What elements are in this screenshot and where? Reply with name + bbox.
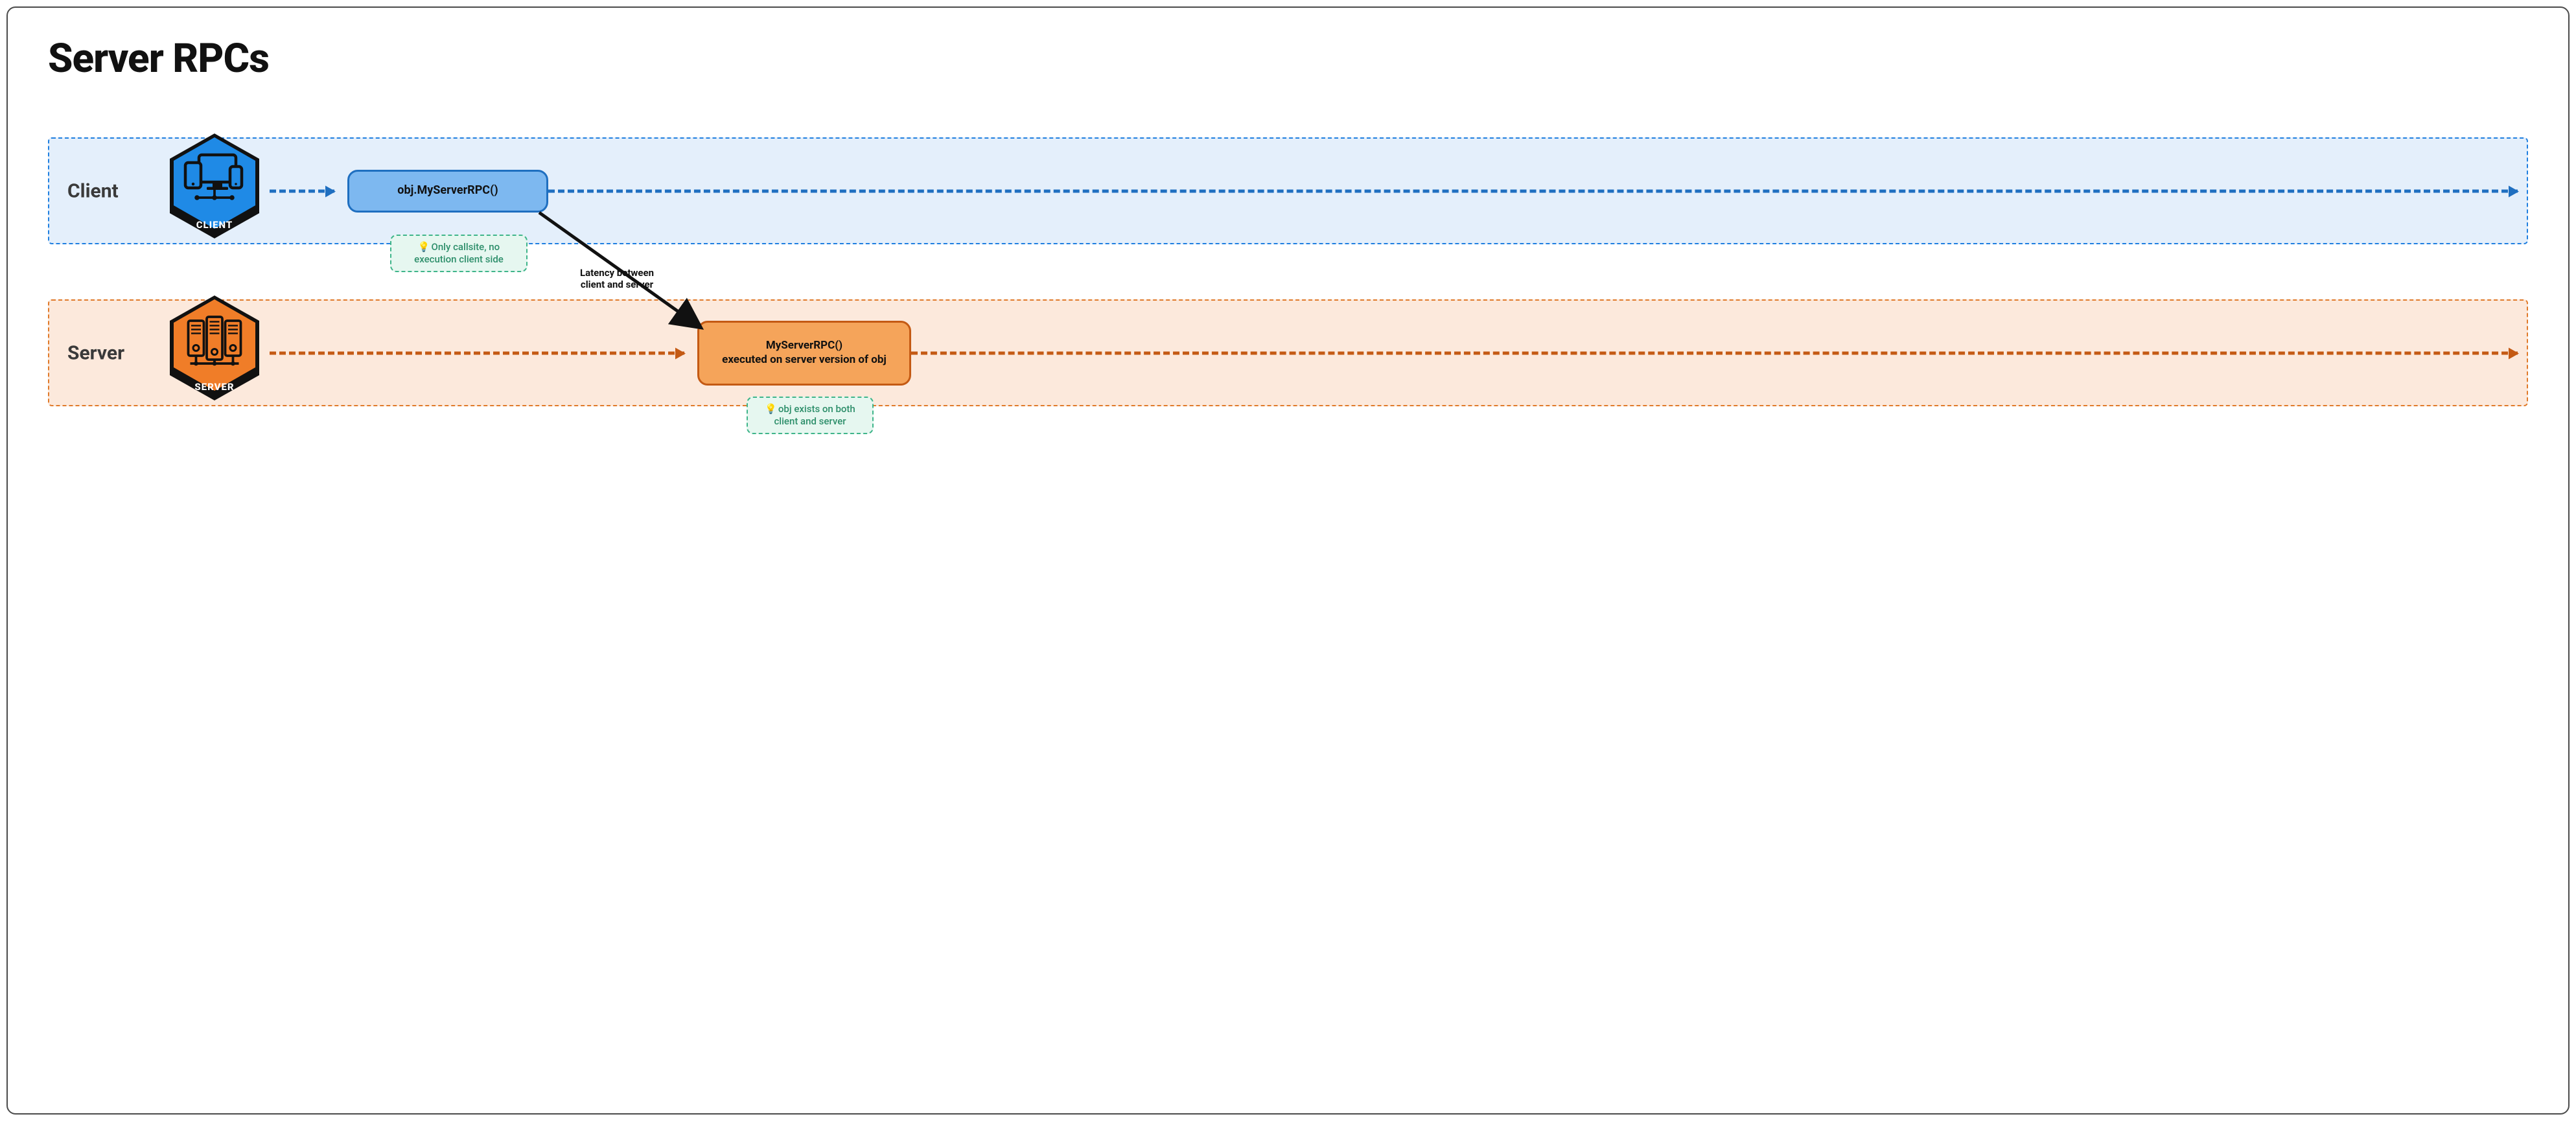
client-lane: Client	[48, 137, 2528, 244]
latency-label: Latency between client and server	[546, 267, 688, 290]
client-call-node: obj.MyServerRPC()	[347, 170, 548, 213]
diagram-title: Server RPCs	[48, 35, 269, 82]
server-lane-label: Server	[67, 341, 124, 364]
server-hex-badge: SERVER	[166, 293, 263, 403]
client-hint: 💡Only callsite, no execution client side	[390, 235, 528, 272]
server-exec-text: MyServerRPC() executed on server version…	[722, 339, 887, 367]
client-lane-label: Client	[67, 179, 119, 202]
bulb-icon: 💡	[765, 403, 777, 415]
server-lane: Server	[48, 299, 2528, 406]
bulb-icon: 💡	[418, 241, 430, 253]
client-hex-badge: CLIENT	[166, 131, 263, 241]
timeline-arrow-client-1	[270, 189, 334, 192]
server-exec-node: MyServerRPC() executed on server version…	[697, 321, 911, 386]
timeline-arrow-server-2	[911, 351, 2518, 354]
server-hint-text: obj exists on both client and server	[774, 403, 855, 427]
client-hex-label: CLIENT	[166, 219, 263, 231]
diagram-frame: Server RPCs Client	[6, 6, 2570, 1115]
timeline-arrow-server-1	[270, 351, 684, 354]
client-call-text: obj.MyServerRPC()	[397, 183, 498, 198]
server-hex-label: SERVER	[166, 381, 263, 393]
server-hint: 💡obj exists on both client and server	[747, 397, 874, 434]
timeline-arrow-client-2	[548, 189, 2518, 192]
